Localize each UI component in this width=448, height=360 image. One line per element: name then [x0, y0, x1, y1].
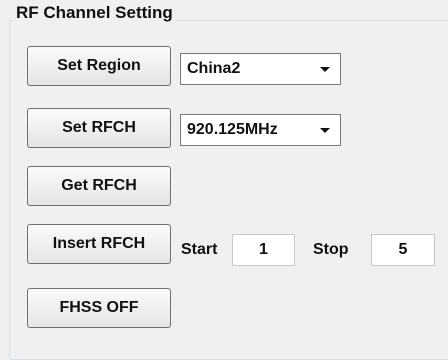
stop-label: Stop [313, 241, 349, 258]
start-field[interactable]: 1 [232, 234, 295, 266]
stop-field[interactable]: 5 [371, 234, 435, 266]
group-title: RF Channel Setting [13, 3, 176, 23]
start-label: Start [181, 241, 218, 258]
frequency-select[interactable]: 920.125MHz [180, 114, 341, 146]
region-select[interactable]: China2 [180, 53, 341, 85]
insert-rfch-button[interactable]: Insert RFCH [27, 224, 171, 264]
frequency-select-value: 920.125MHz [187, 121, 278, 138]
chevron-down-icon [320, 128, 330, 133]
get-rfch-button[interactable]: Get RFCH [27, 166, 171, 206]
fhss-off-button[interactable]: FHSS OFF [27, 288, 171, 328]
set-rfch-button[interactable]: Set RFCH [27, 108, 171, 148]
chevron-down-icon [320, 67, 330, 72]
region-select-value: China2 [187, 60, 241, 77]
set-region-button[interactable]: Set Region [27, 46, 171, 86]
